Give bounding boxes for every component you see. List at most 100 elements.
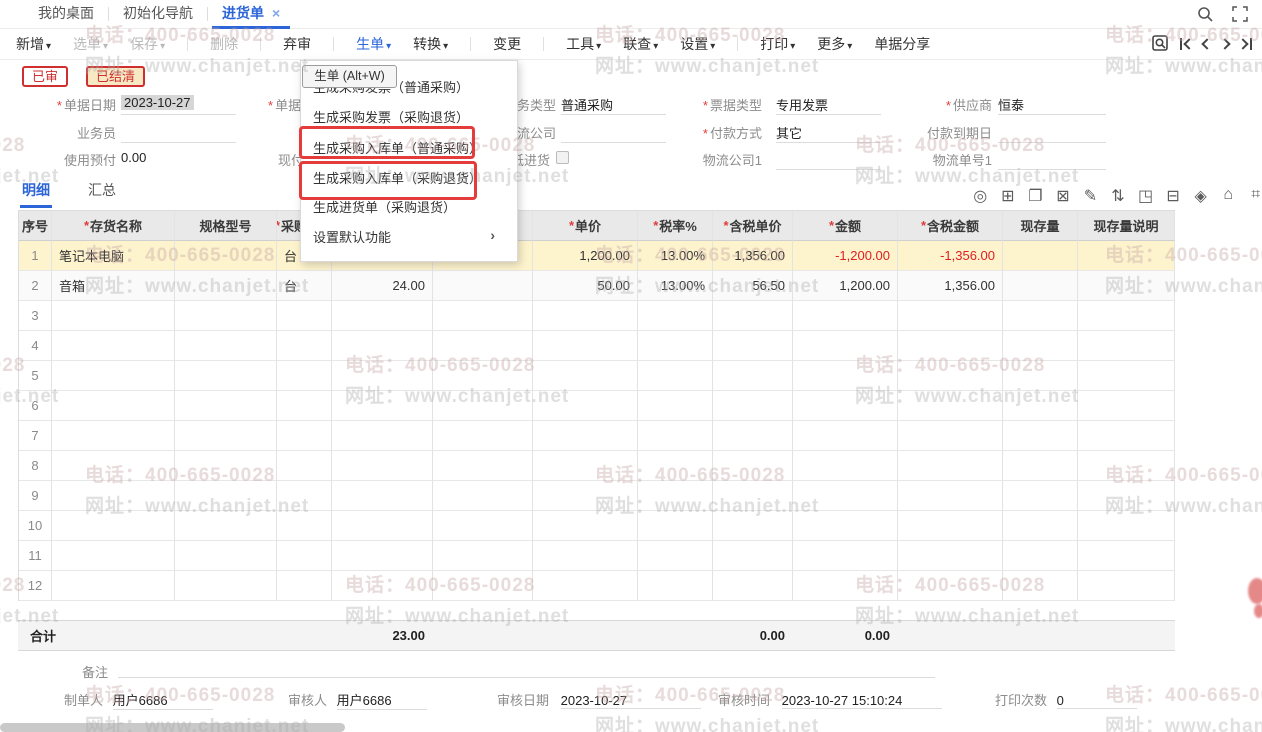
- table-cell[interactable]: [433, 511, 533, 541]
- table-cell[interactable]: 56.50: [713, 271, 793, 301]
- prepay-used-value[interactable]: 0.00: [121, 150, 236, 170]
- table-cell[interactable]: [332, 541, 433, 571]
- table-cell[interactable]: [433, 451, 533, 481]
- table-cell[interactable]: [713, 541, 793, 571]
- table-cell[interactable]: [433, 391, 533, 421]
- toolbar-generate-button[interactable]: 生单 ▾: [356, 34, 391, 54]
- table-cell[interactable]: [898, 481, 1003, 511]
- logistics-co1-input[interactable]: [776, 150, 881, 170]
- table-cell[interactable]: [277, 331, 332, 361]
- table-cell[interactable]: [713, 331, 793, 361]
- pay-method-input[interactable]: 其它: [776, 123, 881, 143]
- table-cell[interactable]: 13.00%: [638, 241, 713, 271]
- table-cell[interactable]: [533, 391, 638, 421]
- table-cell[interactable]: [638, 571, 713, 601]
- table-cell[interactable]: [793, 331, 898, 361]
- table-cell[interactable]: [1003, 271, 1078, 301]
- table-cell[interactable]: [277, 421, 332, 451]
- fullscreen-icon[interactable]: [1232, 6, 1248, 23]
- table-cell[interactable]: [638, 301, 713, 331]
- warehouse-icon[interactable]: ⌂: [1220, 186, 1237, 206]
- table-cell[interactable]: [793, 571, 898, 601]
- table-cell[interactable]: [52, 391, 175, 421]
- table-cell[interactable]: [277, 511, 332, 541]
- tab-summary[interactable]: 汇总: [88, 180, 116, 200]
- table-cell[interactable]: [332, 571, 433, 601]
- table-cell[interactable]: 50.00: [533, 271, 638, 301]
- close-icon[interactable]: ×: [272, 5, 280, 21]
- doc-search-icon[interactable]: [1151, 34, 1170, 53]
- horizontal-scrollbar[interactable]: [0, 723, 345, 732]
- supplier-input[interactable]: 恒泰: [998, 95, 1106, 115]
- table-cell[interactable]: [1078, 271, 1175, 301]
- table-cell[interactable]: [898, 391, 1003, 421]
- table-cell[interactable]: [713, 421, 793, 451]
- doc-date-input[interactable]: 2023-10-27: [121, 95, 236, 115]
- offset-inbound-checkbox[interactable]: [556, 151, 569, 164]
- table-cell[interactable]: [533, 331, 638, 361]
- toolbar-link-query-button[interactable]: 联查 ▾: [623, 34, 658, 54]
- last-doc-icon[interactable]: [1237, 36, 1252, 52]
- table-cell[interactable]: [332, 511, 433, 541]
- toolbar-more-button[interactable]: 更多 ▾: [817, 34, 852, 54]
- table-cell[interactable]: [1078, 481, 1175, 511]
- table-cell[interactable]: [898, 301, 1003, 331]
- table-cell[interactable]: [433, 481, 533, 511]
- table-cell[interactable]: [175, 571, 277, 601]
- table-cell[interactable]: [638, 481, 713, 511]
- table-cell[interactable]: [1003, 481, 1078, 511]
- table-cell[interactable]: [1078, 391, 1175, 421]
- logistics-no1-input[interactable]: [998, 150, 1106, 170]
- table-cell[interactable]: [52, 451, 175, 481]
- table-cell[interactable]: -1,356.00: [898, 241, 1003, 271]
- table-cell[interactable]: [52, 541, 175, 571]
- table-cell[interactable]: 1,200.00: [533, 241, 638, 271]
- table-cell[interactable]: [713, 361, 793, 391]
- table-cell[interactable]: [175, 271, 277, 301]
- table-cell[interactable]: [1003, 511, 1078, 541]
- table-cell[interactable]: [175, 241, 277, 271]
- table-cell[interactable]: [1078, 511, 1175, 541]
- table-cell[interactable]: [277, 451, 332, 481]
- table-cell[interactable]: [175, 511, 277, 541]
- table-cell[interactable]: [277, 391, 332, 421]
- table-cell[interactable]: [533, 451, 638, 481]
- table-cell[interactable]: [638, 451, 713, 481]
- toolbar-print-button[interactable]: 打印 ▾: [760, 34, 795, 54]
- table-cell[interactable]: [433, 361, 533, 391]
- table-cell[interactable]: [1078, 241, 1175, 271]
- table-cell[interactable]: [1003, 391, 1078, 421]
- sort-icon[interactable]: ⇅: [1110, 186, 1127, 206]
- table-cell[interactable]: [793, 391, 898, 421]
- layout-icon[interactable]: ⌗: [1247, 186, 1262, 206]
- table-cell[interactable]: [898, 511, 1003, 541]
- table-cell[interactable]: [898, 451, 1003, 481]
- table-cell[interactable]: [433, 541, 533, 571]
- table-cell[interactable]: [638, 511, 713, 541]
- table-cell[interactable]: [1078, 421, 1175, 451]
- location-icon[interactable]: ◎: [972, 186, 989, 206]
- tab-my-desktop[interactable]: 我的桌面: [24, 0, 108, 29]
- toolbar-save-button[interactable]: 保存 ▾: [130, 34, 165, 54]
- table-cell[interactable]: [533, 421, 638, 451]
- table-cell[interactable]: [1078, 331, 1175, 361]
- table-cell[interactable]: [898, 571, 1003, 601]
- table-cell[interactable]: [793, 361, 898, 391]
- table-cell[interactable]: [1078, 361, 1175, 391]
- batch-edit-icon[interactable]: ✎: [1082, 186, 1099, 206]
- table-cell[interactable]: [175, 421, 277, 451]
- table-cell[interactable]: [175, 541, 277, 571]
- table-cell[interactable]: [713, 571, 793, 601]
- table-cell[interactable]: [433, 271, 533, 301]
- toolbar-tools-button[interactable]: 工具 ▾: [566, 34, 601, 54]
- table-cell[interactable]: [277, 301, 332, 331]
- table-cell[interactable]: [533, 511, 638, 541]
- table-cell[interactable]: [1078, 541, 1175, 571]
- table-cell[interactable]: [1003, 301, 1078, 331]
- table-cell[interactable]: [332, 391, 433, 421]
- table-cell[interactable]: [332, 421, 433, 451]
- menu-item-6[interactable]: 设置默认功能: [313, 227, 391, 246]
- table-cell[interactable]: 音箱: [52, 271, 175, 301]
- tab-purchase-order[interactable]: 进货单 ×: [208, 0, 294, 29]
- toolbar-select-doc-button[interactable]: 选单 ▾: [73, 34, 108, 54]
